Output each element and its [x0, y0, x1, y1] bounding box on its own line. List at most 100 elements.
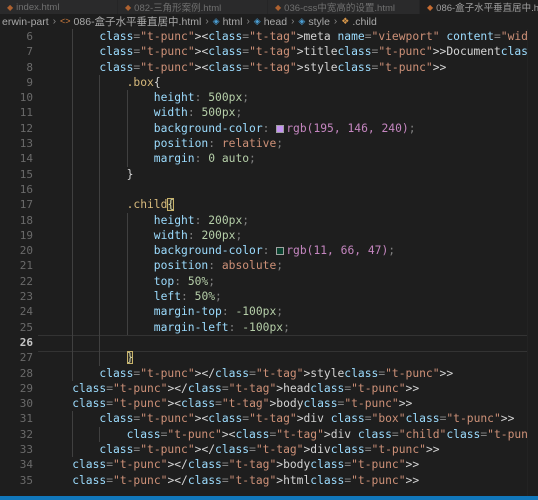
breadcrumb-item-html[interactable]: ◈ html	[213, 16, 243, 28]
editor-tab-bar: ◆ index.html ◆ 082-三角形案例.html ◆ 036-css中…	[0, 0, 538, 14]
code-text: class="t-punc"></class="t-tag">headclass…	[72, 381, 420, 395]
code-line[interactable]: 32 class="t-punc"><class="t-tag">div clas…	[0, 426, 538, 443]
code-line[interactable]: 30 class="t-punc"><class="t-tag">bodyclas…	[0, 396, 527, 411]
line-number: 13	[19, 137, 33, 151]
code-text: top: 50%;	[153, 274, 216, 288]
line-number: 35	[19, 473, 33, 487]
code-line[interactable]: 13 position: relative;	[0, 136, 527, 152]
code-text: width: 200px;	[153, 228, 243, 242]
code-line[interactable]: 8 class="t-punc"><class="t-tag">styleclas…	[0, 59, 527, 75]
code-line[interactable]: 14 margin: 0 auto;	[0, 151, 527, 167]
code-line[interactable]: 19 width: 200px;	[0, 227, 527, 244]
code-line[interactable]: 26	[0, 334, 527, 353]
breadcrumb-separator-icon: ›	[246, 16, 250, 27]
symbol-css-rule-icon: ❖	[341, 16, 350, 26]
code-line[interactable]: 25 margin-left: -100px;	[0, 319, 527, 335]
code-line[interactable]: 34 class="t-punc"></class="t-tag">bodycla…	[0, 457, 527, 472]
line-number: 8	[26, 60, 33, 74]
code-line[interactable]: 33 class="t-punc"></class="t-tag">divclas…	[0, 442, 527, 458]
line-number: 19	[19, 228, 33, 242]
breadcrumb-item-rule[interactable]: ❖ .child	[341, 16, 377, 28]
breadcrumb-item-head[interactable]: ◈ head	[254, 16, 287, 28]
indent-guide	[99, 334, 101, 351]
line-number: 18	[19, 213, 33, 227]
editor-tab-label: 082-三角形案例.html	[134, 3, 222, 14]
code-text: class="t-punc"><class="t-tag">meta name=…	[99, 30, 538, 43]
editor-tab[interactable]: ◆ 082-三角形案例.html	[118, 0, 268, 14]
code-line[interactable]: 27}	[0, 350, 527, 366]
line-number: 21	[19, 259, 33, 273]
line-number: 15	[19, 167, 33, 181]
editor-tab-label: index.html	[16, 1, 60, 13]
code-line[interactable]: 24 margin-top: -100px;	[0, 304, 527, 320]
line-number: 16	[19, 182, 33, 196]
breadcrumb-label: erwin-part	[2, 15, 49, 28]
code-line[interactable]: 21 position: absolute;	[0, 258, 527, 274]
line-number: 9	[26, 75, 33, 89]
indent-guide	[99, 181, 101, 198]
line-number: 7	[26, 45, 33, 59]
editor-tab[interactable]: ◆ 036-css中宽高的设置.html	[268, 0, 420, 14]
line-number: 6	[26, 30, 33, 43]
symbol-tag-icon: ◈	[212, 16, 220, 26]
code-text: position: absolute;	[153, 259, 284, 273]
code-text: class="t-punc"></class="t-tag">htmlclass…	[72, 473, 420, 487]
code-line[interactable]: 17 .child{	[0, 197, 527, 213]
code-line[interactable]: 23 left: 50%;	[0, 289, 527, 305]
code-line[interactable]: 29 class="t-punc"></class="t-tag">headcla…	[0, 381, 527, 396]
line-number: 20	[19, 244, 33, 258]
code-text: .box{	[126, 75, 161, 89]
code-text: left: 50%;	[153, 290, 222, 304]
html-file-icon: ◆	[125, 2, 132, 12]
editor-tab[interactable]: ◆ index.html	[0, 0, 118, 14]
breadcrumb-item-style[interactable]: ◈ style	[298, 16, 330, 28]
code-line[interactable]: 22 top: 50%;	[0, 273, 527, 290]
line-number: 12	[19, 121, 33, 135]
editor-tab-active[interactable]: ◆ 086-盒子水平垂直居中.html	[420, 0, 538, 14]
code-text: background-color: rgb(195, 146, 240);	[153, 121, 416, 135]
code-line[interactable]: 35 class="t-punc"></class="t-tag">htmlcla…	[0, 473, 527, 488]
code-text: class="t-punc"><class="t-tag">div class=…	[99, 412, 515, 426]
line-number: 26	[19, 335, 33, 349]
color-swatch[interactable]	[276, 247, 285, 256]
line-number: 10	[19, 91, 33, 105]
line-number: 33	[19, 443, 33, 457]
code-line[interactable]: 20 background-color: rgb(11, 66, 47);	[0, 243, 527, 259]
code-text: class="t-punc"></class="t-tag">divclass=…	[99, 443, 440, 457]
breadcrumb-item-file[interactable]: <> 086-盒子水平垂直居中.html	[60, 14, 201, 29]
code-line[interactable]: 16	[0, 181, 527, 198]
breadcrumb-separator-icon: ›	[52, 16, 57, 27]
code-line[interactable]: 15}	[0, 166, 527, 182]
color-swatch[interactable]	[276, 124, 285, 133]
code-editor[interactable]: 6 class="t-punc"><class="t-tag">meta name…	[0, 29, 538, 496]
code-line[interactable]: 12 background-color: rgb(195, 146, 240);	[0, 120, 527, 137]
code-text: class="t-punc"><class="t-tag">titleclass…	[99, 45, 538, 59]
line-number: 25	[19, 320, 33, 334]
code-text: }	[126, 167, 134, 181]
code-text: class="t-punc"><class="t-tag">bodyclass=…	[72, 397, 413, 411]
code-line[interactable]: 7 class="t-punc"><class="t-tag">titleclas…	[0, 44, 538, 60]
status-bar[interactable]	[0, 496, 538, 500]
breadcrumb-item-folder[interactable]: erwin-part	[2, 16, 49, 28]
html-file-icon: <>	[60, 16, 71, 26]
code-line[interactable]: 9 .box{	[0, 74, 527, 91]
breadcrumb-label: head	[263, 15, 288, 28]
code-line[interactable]: 6 class="t-punc"><class="t-tag">meta name…	[0, 29, 538, 45]
code-line[interactable]: 10 height: 500px;	[0, 90, 527, 106]
code-content[interactable]: 6 class="t-punc"><class="t-tag">meta name…	[0, 29, 538, 496]
code-text: width: 500px;	[153, 106, 243, 120]
code-line[interactable]: 28 class="t-punc"></class="t-tag">stylecl…	[0, 365, 527, 381]
code-text: class="t-punc"><class="t-tag">div class=…	[126, 427, 538, 441]
code-text: }	[126, 351, 134, 365]
code-text: background-color: rgb(11, 66, 47);	[153, 244, 396, 258]
code-text: .child{	[126, 198, 175, 212]
line-number: 27	[19, 351, 33, 365]
code-line[interactable]: 18 height: 200px;	[0, 212, 527, 228]
code-line[interactable]: 31 class="t-punc"><class="t-tag">div clas…	[0, 411, 527, 427]
html-file-icon: ◆	[7, 2, 14, 12]
code-line[interactable]: 11 width: 500px;	[0, 105, 527, 121]
line-number: 23	[19, 290, 33, 304]
editor-overview-ruler[interactable]	[527, 29, 538, 496]
indent-guide	[72, 181, 74, 198]
vscode-window: ◆ index.html ◆ 082-三角形案例.html ◆ 036-css中…	[0, 0, 538, 500]
